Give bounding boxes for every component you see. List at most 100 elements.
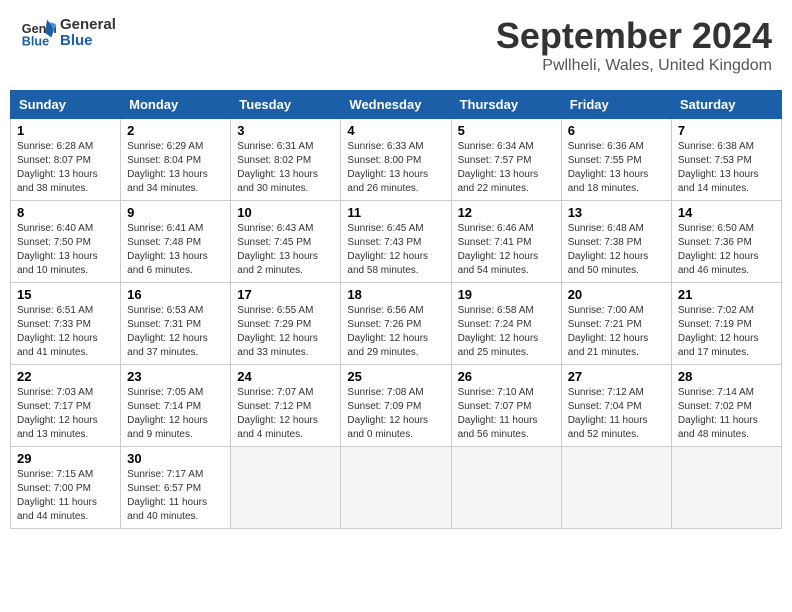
calendar-cell: 6 Sunrise: 6:36 AMSunset: 7:55 PMDaylight… [561,119,671,201]
day-number: 4 [347,123,444,138]
calendar-cell: 16 Sunrise: 6:53 AMSunset: 7:31 PMDayligh… [121,283,231,365]
day-info: Sunrise: 7:07 AMSunset: 7:12 PMDaylight:… [237,387,318,440]
day-info: Sunrise: 6:33 AMSunset: 8:00 PMDaylight:… [347,141,428,194]
day-info: Sunrise: 7:15 AMSunset: 7:00 PMDaylight:… [17,469,97,522]
calendar-cell: 29 Sunrise: 7:15 AMSunset: 7:00 PMDayligh… [11,447,121,529]
day-number: 9 [127,205,224,220]
day-info: Sunrise: 6:40 AMSunset: 7:50 PMDaylight:… [17,223,98,276]
calendar-cell: 7Sunrise: 6:38 AMSunset: 7:53 PMDaylight… [671,119,781,201]
calendar-cell: 13 Sunrise: 6:48 AMSunset: 7:38 PMDayligh… [561,201,671,283]
day-info: Sunrise: 6:55 AMSunset: 7:29 PMDaylight:… [237,305,318,358]
day-info: Sunrise: 7:00 AMSunset: 7:21 PMDaylight:… [568,305,649,358]
day-info: Sunrise: 6:28 AMSunset: 8:07 PMDaylight:… [17,141,98,194]
calendar-cell [561,447,671,529]
calendar-cell: 8 Sunrise: 6:40 AMSunset: 7:50 PMDaylight… [11,201,121,283]
day-info: Sunrise: 6:41 AMSunset: 7:48 PMDaylight:… [127,223,208,276]
day-number: 1 [17,123,114,138]
day-info: Sunrise: 6:43 AMSunset: 7:45 PMDaylight:… [237,223,318,276]
calendar-header-row: Sunday Monday Tuesday Wednesday Thursday… [11,91,782,119]
day-number: 22 [17,369,114,384]
day-info: Sunrise: 6:56 AMSunset: 7:26 PMDaylight:… [347,305,428,358]
day-number: 18 [347,287,444,302]
calendar-cell [671,447,781,529]
day-number: 27 [568,369,665,384]
day-number: 17 [237,287,334,302]
day-number: 26 [458,369,555,384]
week-row: 29 Sunrise: 7:15 AMSunset: 7:00 PMDayligh… [11,447,782,529]
day-number: 14 [678,205,775,220]
week-row: 1 Sunrise: 6:28 AMSunset: 8:07 PMDaylight… [11,119,782,201]
logo-icon: General Blue [20,15,56,51]
calendar-cell: 3Sunrise: 6:31 AMSunset: 8:02 PMDaylight… [231,119,341,201]
title-section: September 2024 Pwllheli, Wales, United K… [496,15,772,75]
day-info: Sunrise: 6:45 AMSunset: 7:43 PMDaylight:… [347,223,428,276]
col-saturday: Saturday [671,91,781,119]
location: Pwllheli, Wales, United Kingdom [496,57,772,75]
col-tuesday: Tuesday [231,91,341,119]
calendar-cell: 26 Sunrise: 7:10 AMSunset: 7:07 PMDayligh… [451,365,561,447]
svg-text:Blue: Blue [22,35,49,49]
day-info: Sunrise: 7:10 AMSunset: 7:07 PMDaylight:… [458,387,538,440]
day-number: 6 [568,123,665,138]
day-number: 20 [568,287,665,302]
day-info: Sunrise: 7:05 AMSunset: 7:14 PMDaylight:… [127,387,208,440]
calendar-cell: 1 Sunrise: 6:28 AMSunset: 8:07 PMDaylight… [11,119,121,201]
day-info: Sunrise: 6:31 AMSunset: 8:02 PMDaylight:… [237,141,318,194]
day-number: 24 [237,369,334,384]
calendar-cell: 9 Sunrise: 6:41 AMSunset: 7:48 PMDaylight… [121,201,231,283]
day-number: 23 [127,369,224,384]
calendar-cell: 23 Sunrise: 7:05 AMSunset: 7:14 PMDayligh… [121,365,231,447]
logo-line2: Blue [60,33,116,50]
logo-line1: General [60,17,116,34]
day-number: 19 [458,287,555,302]
day-number: 12 [458,205,555,220]
day-info: Sunrise: 6:34 AMSunset: 7:57 PMDaylight:… [458,141,539,194]
calendar-cell: 12Sunrise: 6:46 AMSunset: 7:41 PMDayligh… [451,201,561,283]
calendar-cell: 17 Sunrise: 6:55 AMSunset: 7:29 PMDayligh… [231,283,341,365]
day-number: 25 [347,369,444,384]
day-number: 7 [678,123,775,138]
day-info: Sunrise: 7:02 AMSunset: 7:19 PMDaylight:… [678,305,759,358]
calendar-cell: 24 Sunrise: 7:07 AMSunset: 7:12 PMDayligh… [231,365,341,447]
calendar-cell: 5 Sunrise: 6:34 AMSunset: 7:57 PMDaylight… [451,119,561,201]
day-number: 13 [568,205,665,220]
day-info: Sunrise: 6:53 AMSunset: 7:31 PMDaylight:… [127,305,208,358]
calendar-cell: 30Sunrise: 7:17 AMSunset: 6:57 PMDayligh… [121,447,231,529]
week-row: 22 Sunrise: 7:03 AMSunset: 7:17 PMDayligh… [11,365,782,447]
calendar-cell: 25 Sunrise: 7:08 AMSunset: 7:09 PMDayligh… [341,365,451,447]
calendar-cell: 21 Sunrise: 7:02 AMSunset: 7:19 PMDayligh… [671,283,781,365]
page-header: General Blue General Blue September 2024… [10,10,782,80]
calendar-cell: 2Sunrise: 6:29 AMSunset: 8:04 PMDaylight… [121,119,231,201]
day-info: Sunrise: 6:29 AMSunset: 8:04 PMDaylight:… [127,141,208,194]
day-number: 30 [127,451,224,466]
col-friday: Friday [561,91,671,119]
day-info: Sunrise: 6:48 AMSunset: 7:38 PMDaylight:… [568,223,649,276]
day-number: 16 [127,287,224,302]
day-number: 8 [17,205,114,220]
calendar-cell: 28Sunrise: 7:14 AMSunset: 7:02 PMDayligh… [671,365,781,447]
calendar-cell: 10 Sunrise: 6:43 AMSunset: 7:45 PMDayligh… [231,201,341,283]
calendar-table: Sunday Monday Tuesday Wednesday Thursday… [10,90,782,529]
day-info: Sunrise: 6:50 AMSunset: 7:36 PMDaylight:… [678,223,759,276]
col-wednesday: Wednesday [341,91,451,119]
week-row: 15Sunrise: 6:51 AMSunset: 7:33 PMDayligh… [11,283,782,365]
day-info: Sunrise: 6:36 AMSunset: 7:55 PMDaylight:… [568,141,649,194]
col-sunday: Sunday [11,91,121,119]
calendar-cell [231,447,341,529]
day-number: 21 [678,287,775,302]
day-info: Sunrise: 7:14 AMSunset: 7:02 PMDaylight:… [678,387,758,440]
day-number: 15 [17,287,114,302]
day-info: Sunrise: 7:08 AMSunset: 7:09 PMDaylight:… [347,387,428,440]
col-monday: Monday [121,91,231,119]
calendar-cell: 22 Sunrise: 7:03 AMSunset: 7:17 PMDayligh… [11,365,121,447]
calendar-cell [341,447,451,529]
day-number: 5 [458,123,555,138]
day-info: Sunrise: 7:03 AMSunset: 7:17 PMDaylight:… [17,387,98,440]
calendar-cell: 27 Sunrise: 7:12 AMSunset: 7:04 PMDayligh… [561,365,671,447]
day-number: 10 [237,205,334,220]
calendar-cell: 18 Sunrise: 6:56 AMSunset: 7:26 PMDayligh… [341,283,451,365]
logo: General Blue General Blue [20,15,116,51]
day-info: Sunrise: 7:12 AMSunset: 7:04 PMDaylight:… [568,387,648,440]
day-number: 29 [17,451,114,466]
calendar-cell: 11Sunrise: 6:45 AMSunset: 7:43 PMDayligh… [341,201,451,283]
